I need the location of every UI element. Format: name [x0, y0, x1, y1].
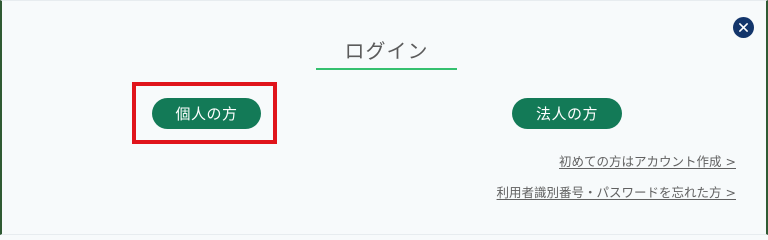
title-underline — [316, 68, 457, 70]
highlight-annotation-box — [132, 82, 277, 144]
forgot-credentials-link[interactable]: 利用者識別番号・パスワードを忘れた方 > — [497, 182, 736, 201]
dialog-title: ログイン — [344, 39, 429, 63]
create-account-link[interactable]: 初めての方はアカウント作成 > — [559, 151, 736, 170]
close-button[interactable] — [733, 17, 754, 38]
corporate-login-button[interactable]: 法人の方 — [512, 98, 622, 129]
login-dialog: ログイン 個人の方 法人の方 初めての方はアカウント作成 > 利用者識別番号・パ… — [0, 0, 768, 235]
close-icon — [739, 23, 748, 32]
